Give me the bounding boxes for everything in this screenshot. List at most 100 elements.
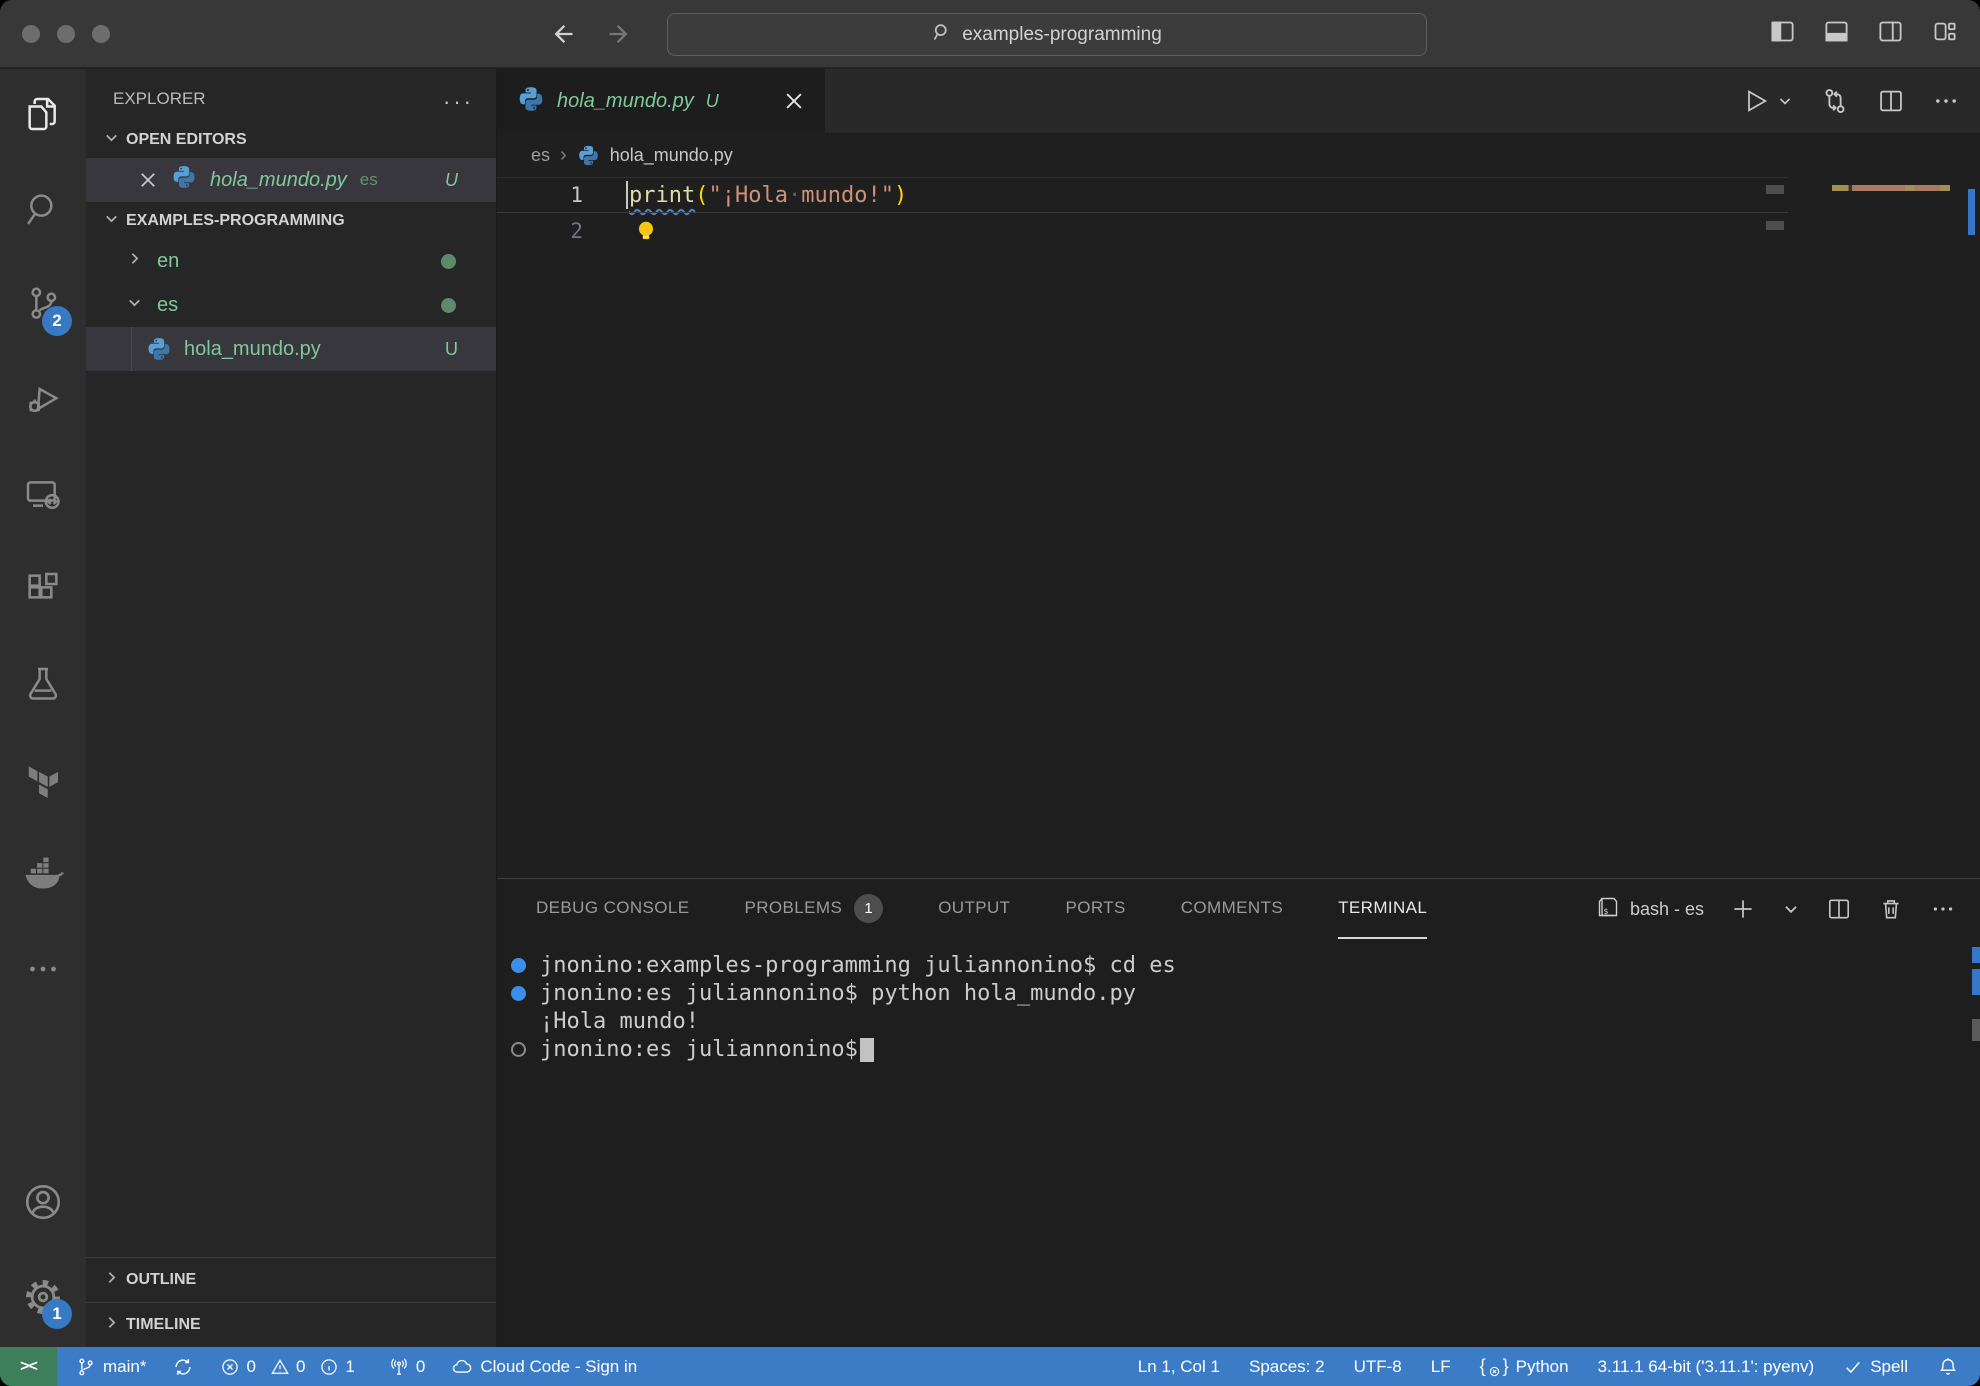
notifications-bell[interactable] xyxy=(1937,1356,1959,1378)
ellipsis-icon xyxy=(25,951,61,992)
open-editors-label: OPEN EDITORS xyxy=(126,130,247,148)
cloud-code-signin[interactable]: Cloud Code - Sign in xyxy=(451,1356,637,1378)
activity-accounts[interactable] xyxy=(0,1157,86,1252)
tree-item-file-hola-mundo[interactable]: hola_mundo.py U xyxy=(86,327,496,371)
breadcrumb-folder[interactable]: es xyxy=(531,145,550,166)
activity-explorer[interactable] xyxy=(0,69,86,164)
terminal-line: jnonino:es juliannonino$ xyxy=(511,1035,1980,1063)
activity-docker[interactable] xyxy=(0,829,86,924)
language-mode-status[interactable]: { } Python xyxy=(1480,1356,1569,1377)
bell-icon xyxy=(1939,1357,1957,1375)
open-changes-icon[interactable] xyxy=(1820,86,1850,116)
prompt-dot xyxy=(511,1041,526,1057)
tab-ports[interactable]: PORTS xyxy=(1065,879,1125,939)
chevron-down-icon xyxy=(126,294,143,317)
python-interpreter-status[interactable]: 3.11.1 64-bit ('3.11.1': pyenv) xyxy=(1598,1357,1815,1377)
whitespace-dot: · xyxy=(787,182,802,208)
close-editor-icon[interactable] xyxy=(138,170,158,190)
terminal-session-selector[interactable]: $ bash - es xyxy=(1596,895,1704,924)
back-icon[interactable] xyxy=(548,20,576,48)
run-python-file-button[interactable] xyxy=(1742,87,1793,115)
chevron-right-icon xyxy=(103,1314,120,1336)
activity-run-debug[interactable] xyxy=(0,354,86,449)
terminal-cursor xyxy=(859,1037,874,1062)
python-file-icon xyxy=(577,144,600,167)
tab-debug-console[interactable]: DEBUG CONSOLE xyxy=(536,879,690,939)
activity-testing[interactable] xyxy=(0,639,86,734)
remote-indicator[interactable]: >< xyxy=(0,1347,57,1386)
customize-layout-icon[interactable] xyxy=(1931,18,1958,50)
activity-terraform[interactable] xyxy=(0,734,86,829)
close-tab-icon[interactable] xyxy=(783,90,805,112)
command-center-label: examples-programming xyxy=(962,23,1162,45)
toggle-sidebar-icon[interactable] xyxy=(1769,18,1796,50)
tab-output[interactable]: OUTPUT xyxy=(938,879,1010,939)
code-token-bracket: ( xyxy=(695,182,709,208)
breadcrumb-file[interactable]: hola_mundo.py xyxy=(610,145,733,166)
activity-remote-explorer[interactable] xyxy=(0,449,86,544)
open-editor-folder: es xyxy=(359,170,378,189)
cursor-position-status[interactable]: Ln 1, Col 1 xyxy=(1138,1357,1220,1377)
open-editors-header[interactable]: OPEN EDITORS xyxy=(86,121,496,158)
sync-changes-button[interactable] xyxy=(172,1356,194,1378)
run-debug-icon xyxy=(23,379,63,424)
panel-more-actions-icon[interactable] xyxy=(1930,896,1956,922)
indentation-status[interactable]: Spaces: 2 xyxy=(1249,1357,1325,1377)
activity-extensions[interactable] xyxy=(0,544,86,639)
tab-terminal[interactable]: TERMINAL xyxy=(1338,879,1428,939)
editor-more-actions-icon[interactable] xyxy=(1932,87,1960,115)
timeline-label: TIMELINE xyxy=(126,1316,201,1333)
terminal-text: ¡Hola mundo! xyxy=(540,1008,699,1034)
split-terminal-icon[interactable] xyxy=(1826,896,1852,922)
chevron-separator: › xyxy=(560,143,567,166)
terminal-overview-mark xyxy=(1972,969,1980,995)
spell-checker-status[interactable]: Spell xyxy=(1843,1357,1908,1377)
timeline-header[interactable]: TIMELINE xyxy=(86,1302,496,1347)
tab-git-badge: U xyxy=(705,90,719,111)
beaker-icon xyxy=(23,664,63,709)
extensions-icon xyxy=(23,569,63,614)
tab-hola-mundo[interactable]: hola_mundo.py U xyxy=(497,69,825,133)
activity-source-control[interactable]: 2 xyxy=(0,259,86,354)
open-editor-item[interactable]: hola_mundo.py es U xyxy=(86,158,496,202)
code-editor[interactable]: 1 print("¡Hola·mundo!") 2 xyxy=(497,177,1980,878)
encoding-status[interactable]: UTF-8 xyxy=(1354,1357,1402,1377)
terminal-icon: $ xyxy=(1596,895,1620,924)
minimize-window-button[interactable] xyxy=(57,25,75,43)
toggle-secondary-sidebar-icon[interactable] xyxy=(1877,18,1904,50)
toggle-panel-icon[interactable] xyxy=(1823,18,1850,50)
vscode-window: examples-programming 2 1 EXPLORER ··· OP… xyxy=(0,0,1980,1386)
tree-item-folder-es[interactable]: es xyxy=(86,283,496,327)
terminal-line: jnonino:es juliannonino$ python hola_mun… xyxy=(511,979,1980,1007)
outline-header[interactable]: OUTLINE xyxy=(86,1257,496,1302)
command-center-search[interactable]: examples-programming xyxy=(667,13,1427,56)
breadcrumb: es › hola_mundo.py xyxy=(497,133,1980,177)
new-terminal-icon[interactable] xyxy=(1730,896,1756,922)
tab-problems[interactable]: PROBLEMS 1 xyxy=(745,879,884,939)
activity-search[interactable] xyxy=(0,164,86,259)
forward-icon[interactable] xyxy=(606,20,634,48)
kill-terminal-icon[interactable] xyxy=(1878,896,1904,922)
activity-settings[interactable]: 1 xyxy=(0,1252,86,1347)
terminal-output[interactable]: jnonino:examples-programming juliannonin… xyxy=(497,939,1980,1063)
git-branch-status[interactable]: main* xyxy=(76,1357,146,1377)
minimap[interactable] xyxy=(1832,185,1950,191)
eol-status[interactable]: LF xyxy=(1431,1357,1451,1377)
chevron-right-icon xyxy=(126,250,143,273)
lightbulb-icon[interactable] xyxy=(633,218,659,244)
problems-status[interactable]: 0 0 1 xyxy=(220,1357,362,1377)
workspace-header[interactable]: EXAMPLES-PROGRAMMING xyxy=(86,202,496,239)
split-editor-icon[interactable] xyxy=(1877,87,1905,115)
search-icon xyxy=(932,22,952,48)
line-number: 2 xyxy=(570,219,583,243)
tab-comments[interactable]: COMMENTS xyxy=(1181,879,1283,939)
tree-item-folder-en[interactable]: en xyxy=(86,239,496,283)
terminal-dropdown-icon[interactable] xyxy=(1782,900,1800,918)
sync-icon xyxy=(175,1358,192,1375)
command-success-dot xyxy=(511,985,526,1001)
zoom-window-button[interactable] xyxy=(92,25,110,43)
explorer-actions-icon[interactable]: ··· xyxy=(443,89,474,121)
ports-status[interactable]: 0 xyxy=(389,1357,425,1377)
close-window-button[interactable] xyxy=(22,25,40,43)
activity-more[interactable] xyxy=(0,924,86,1019)
